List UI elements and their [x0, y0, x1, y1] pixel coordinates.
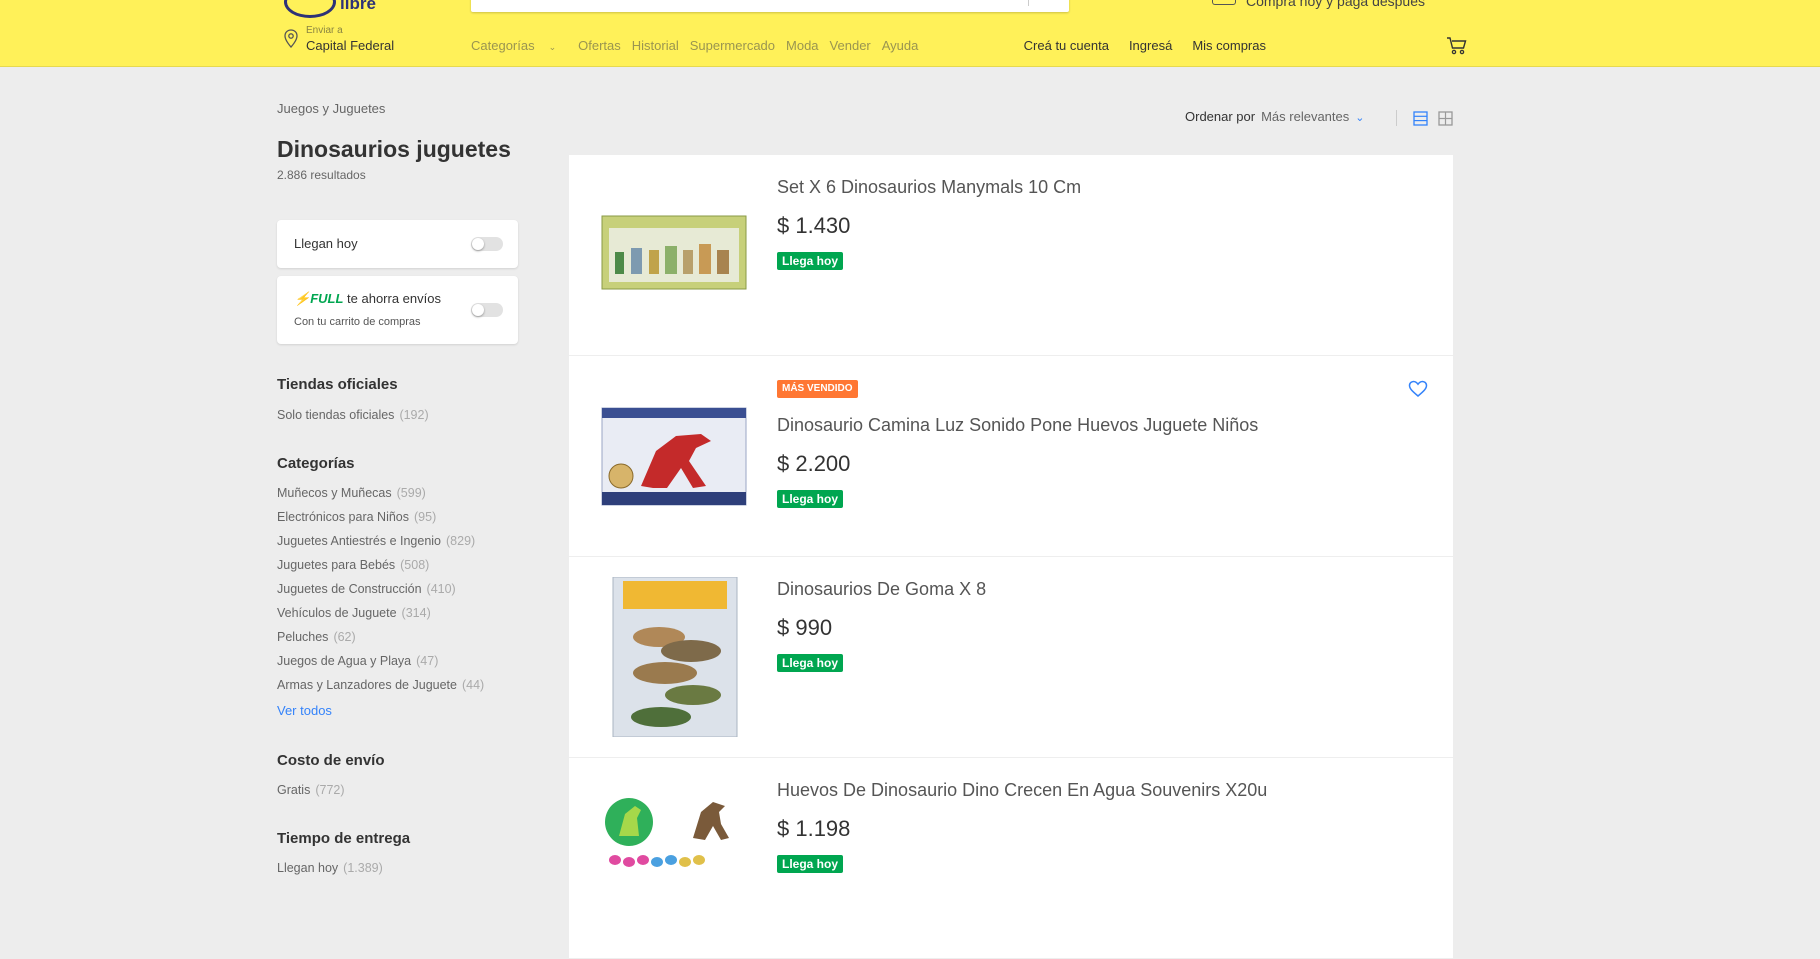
product-image[interactable]	[601, 788, 747, 876]
filter-card-today: Llegan hoy	[277, 220, 518, 268]
my-purchases-link[interactable]: Mis compras	[1192, 38, 1266, 53]
search-input[interactable]	[471, 0, 1069, 12]
product-image[interactable]	[601, 577, 747, 737]
nav-historial[interactable]: Historial	[632, 38, 679, 53]
location-city[interactable]: Capital Federal	[306, 38, 394, 53]
product-price: $ 2.200	[777, 451, 851, 476]
sort-separator	[1396, 110, 1397, 126]
arrives-today-badge: Llega hoy	[777, 490, 844, 508]
login-link[interactable]: Ingresá	[1129, 38, 1172, 53]
section-categories-title: Categorías	[277, 455, 355, 472]
logo-icon[interactable]	[284, 0, 336, 18]
full-filter-label: ⚡FULL te ahorra envíos	[294, 291, 441, 307]
header-bar: libre Comprá hoy y pagá después Enviar a…	[0, 0, 1820, 67]
cart-icon[interactable]	[1446, 36, 1468, 56]
results-count: 2.886 resultados	[277, 168, 366, 182]
nav-vender[interactable]: Vender	[830, 38, 871, 53]
list-item[interactable]: Set X 6 Dinosaurios Manymals 10 Cm $ 1.4…	[569, 155, 1453, 356]
account-links: Creá tu cuenta Ingresá Mis compras	[1004, 38, 1266, 53]
category-filter[interactable]: Muñecos y Muñecas (599)	[277, 486, 426, 500]
product-title[interactable]: Huevos De Dinosaurio Dino Crecen En Agua…	[777, 780, 1267, 801]
category-filter[interactable]: Juguetes de Construcción (410)	[277, 582, 456, 596]
main-nav: Categorías ⌄ Ofertas Historial Supermerca…	[471, 38, 929, 53]
grid-view-icon[interactable]	[1438, 111, 1453, 126]
list-item[interactable]: Dinosaurios De Goma X 8 $ 990 Llega hoy	[569, 557, 1453, 758]
product-price: $ 990	[777, 615, 833, 640]
nav-ofertas[interactable]: Ofertas	[578, 38, 621, 53]
chevron-down-icon: ⌄	[548, 42, 557, 52]
sort-value: Más relevantes	[1261, 109, 1350, 124]
product-title[interactable]: Set X 6 Dinosaurios Manymals 10 Cm	[777, 177, 1081, 198]
location-label: Enviar a	[306, 25, 343, 36]
sort-label: Ordenar por	[1185, 109, 1256, 124]
full-text: te ahorra envíos	[347, 291, 441, 306]
promo-text[interactable]: Comprá hoy y pagá después	[1246, 0, 1425, 9]
see-all-link[interactable]: Ver todos	[277, 703, 332, 718]
page-title: Dinosaurios juguetes	[277, 136, 511, 162]
product-price: $ 1.430	[777, 213, 851, 238]
nav-categorias[interactable]: Categorías ⌄	[471, 38, 567, 53]
filter-card-full: ⚡FULL te ahorra envíos Con tu carrito de…	[277, 276, 518, 344]
sort-dropdown[interactable]: Ordenar por Más relevantes ⌄	[1185, 109, 1364, 124]
list-item[interactable]: MÁS VENDIDO Dinosaurio Camina Luz Sonido…	[569, 356, 1453, 557]
section-delivery-title: Tiempo de entrega	[277, 830, 411, 847]
delivery-filter[interactable]: Llegan hoy (1.389)	[277, 861, 383, 875]
shipping-filter[interactable]: Gratis (772)	[277, 783, 345, 797]
product-title[interactable]: Dinosaurio Camina Luz Sonido Pone Huevos…	[777, 415, 1258, 436]
product-image[interactable]	[601, 406, 747, 507]
product-image[interactable]	[601, 214, 747, 291]
category-filter[interactable]: Juegos de Agua y Playa (47)	[277, 654, 438, 668]
category-filter[interactable]: Armas y Lanzadores de Juguete (44)	[277, 678, 484, 692]
section-shipping-title: Costo de envío	[277, 752, 385, 769]
nav-moda[interactable]: Moda	[786, 38, 819, 53]
list-view-icon[interactable]	[1413, 111, 1428, 126]
section-official-title: Tiendas oficiales	[277, 376, 398, 393]
filter-today-label: Llegan hoy	[294, 236, 358, 251]
today-toggle[interactable]	[471, 237, 503, 251]
chevron-down-icon: ⌄	[1355, 112, 1365, 124]
official-stores-filter[interactable]: Solo tiendas oficiales (192)	[277, 408, 429, 422]
promo-icon	[1212, 0, 1236, 5]
list-item[interactable]: Huevos De Dinosaurio Dino Crecen En Agua…	[569, 758, 1453, 959]
create-account-link[interactable]: Creá tu cuenta	[1024, 38, 1109, 53]
favorite-heart-icon[interactable]	[1408, 380, 1428, 398]
arrives-today-badge: Llega hoy	[777, 855, 844, 873]
full-brand: FULL	[310, 291, 344, 306]
location-pin-icon[interactable]	[283, 29, 299, 49]
arrives-today-badge: Llega hoy	[777, 252, 844, 270]
category-filter[interactable]: Juguetes Antiestrés e Ingenio (829)	[277, 534, 475, 548]
product-price: $ 1.198	[777, 816, 851, 841]
full-subtext: Con tu carrito de compras	[294, 316, 421, 328]
category-filter[interactable]: Juguetes para Bebés (508)	[277, 558, 429, 572]
full-toggle[interactable]	[471, 303, 503, 317]
breadcrumb[interactable]: Juegos y Juguetes	[277, 101, 385, 116]
category-filter[interactable]: Electrónicos para Niños (95)	[277, 510, 436, 524]
category-filter[interactable]: Peluches (62)	[277, 630, 356, 644]
nav-ayuda[interactable]: Ayuda	[882, 38, 919, 53]
bolt-icon: ⚡	[294, 291, 311, 306]
nav-supermercado[interactable]: Supermercado	[690, 38, 775, 53]
product-title[interactable]: Dinosaurios De Goma X 8	[777, 579, 986, 600]
arrives-today-badge: Llega hoy	[777, 654, 844, 672]
best-seller-badge: MÁS VENDIDO	[777, 380, 858, 398]
category-filter[interactable]: Vehículos de Juguete (314)	[277, 606, 431, 620]
logo-text[interactable]: libre	[340, 0, 376, 14]
search-divider	[1028, 0, 1029, 6]
